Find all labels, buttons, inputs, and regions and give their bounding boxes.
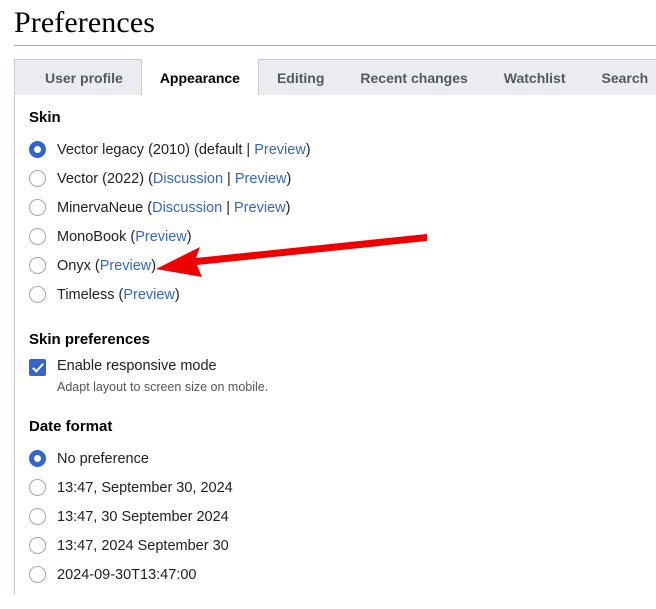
radio-icon[interactable] [29, 479, 46, 496]
skin-option-text: Timeless ( [57, 286, 124, 303]
skin-option-monobook[interactable]: MonoBook (Preview) [29, 222, 656, 251]
tab-recent-changes[interactable]: Recent changes [342, 60, 485, 95]
radio-icon[interactable] [29, 566, 46, 583]
radio-icon[interactable] [29, 199, 46, 216]
skin-option-timeless[interactable]: Timeless (Preview) [29, 280, 656, 309]
date-format-option-label: 2024-09-30T13:47:00 [57, 566, 197, 583]
discussion-link[interactable]: Discussion [153, 171, 223, 187]
skin-heading: Skin [29, 109, 61, 126]
preview-link[interactable]: Preview [254, 142, 306, 158]
date-format-option-label: 13:47, September 30, 2024 [57, 479, 233, 496]
skin-option-text: Onyx ( [57, 257, 100, 274]
radio-icon[interactable] [29, 537, 46, 554]
tab-label: Search [601, 69, 649, 86]
preferences-tabs: User profile Appearance Editing Recent c… [14, 59, 656, 95]
skin-preferences-heading: Skin preferences [29, 331, 150, 348]
title-divider [14, 45, 656, 46]
tab-label: Recent changes [360, 69, 468, 86]
tab-user-profile[interactable]: User profile [27, 60, 141, 95]
date-format-option-label: 13:47, 30 September 2024 [57, 508, 229, 525]
skin-option-label: MinervaNeue (Discussion | Preview) [57, 200, 290, 216]
skin-option-text-end: ) [174, 286, 180, 303]
tab-label: Appearance [159, 70, 240, 86]
skin-option-onyx[interactable]: Onyx (Preview) [29, 251, 656, 280]
radio-icon[interactable] [29, 286, 46, 303]
skin-option-label: Vector legacy (2010) (default | Preview) [57, 142, 311, 158]
radio-icon[interactable] [29, 450, 46, 467]
preview-link[interactable]: Preview [135, 229, 187, 245]
skin-option-text-end: ) [151, 257, 157, 274]
date-format-option-label: 13:47, 2024 September 30 [57, 537, 229, 554]
responsive-mode-checkbox-row[interactable]: Enable responsive mode Adapt layout to s… [29, 357, 656, 396]
preview-link[interactable]: Preview [235, 171, 287, 187]
tab-label: Editing [276, 69, 325, 86]
radio-icon[interactable] [29, 257, 46, 274]
date-format-option-day-month-year[interactable]: 13:47, 30 September 2024 [29, 502, 656, 531]
skin-option-label: Vector (2022) (Discussion | Preview) [57, 171, 291, 187]
responsive-mode-help: Adapt layout to screen size on mobile. [57, 380, 269, 394]
radio-icon[interactable] [29, 228, 46, 245]
date-format-option-no-preference[interactable]: No preference [29, 444, 656, 473]
tab-label: User profile [45, 69, 123, 86]
skin-option-text-end: ) [286, 170, 292, 187]
discussion-link[interactable]: Discussion [152, 200, 222, 216]
date-format-option-month-day-year[interactable]: 13:47, September 30, 2024 [29, 473, 656, 502]
responsive-mode-text: Enable responsive mode Adapt layout to s… [57, 357, 268, 396]
date-format-option-year-month-day[interactable]: 13:47, 2024 September 30 [29, 531, 656, 560]
tab-editing[interactable]: Editing [259, 60, 342, 95]
date-format-option-label: No preference [57, 450, 149, 467]
tab-search[interactable]: Search [584, 60, 656, 95]
skin-option-text: MinervaNeue ( [57, 199, 153, 216]
page-title: Preferences [14, 6, 156, 39]
skin-option-text-end: ) [186, 228, 192, 245]
responsive-mode-label: Enable responsive mode [57, 358, 217, 374]
skin-option-text: Vector legacy (2010) (default | [57, 141, 255, 158]
skin-option-separator: | [223, 170, 235, 187]
radio-icon[interactable] [29, 508, 46, 525]
radio-icon[interactable] [29, 141, 46, 158]
radio-icon[interactable] [29, 170, 46, 187]
skin-option-text-end: ) [305, 141, 311, 158]
preview-link[interactable]: Preview [100, 258, 152, 274]
date-format-option-iso[interactable]: 2024-09-30T13:47:00 [29, 560, 656, 589]
skin-option-label: Onyx (Preview) [57, 258, 156, 274]
date-format-heading: Date format [29, 418, 113, 435]
skin-option-text: MonoBook ( [57, 228, 136, 245]
preferences-tabs-wrapper: User profile Appearance Editing Recent c… [14, 59, 656, 95]
skin-option-label: Timeless (Preview) [57, 287, 180, 303]
tab-label: Watchlist [503, 69, 566, 86]
preview-link[interactable]: Preview [123, 287, 175, 303]
skin-option-vector-legacy[interactable]: Vector legacy (2010) (default | Preview) [29, 135, 656, 164]
tab-appearance[interactable]: Appearance [140, 59, 259, 95]
skin-option-vector-2022[interactable]: Vector (2022) (Discussion | Preview) [29, 164, 656, 193]
skin-option-separator: | [222, 199, 235, 216]
checkbox-icon[interactable] [29, 359, 46, 376]
appearance-panel: Skin Vector legacy (2010) (default | Pre… [14, 95, 656, 595]
skin-option-text-end: ) [285, 199, 291, 216]
skin-option-label: MonoBook (Preview) [57, 229, 192, 245]
preview-link[interactable]: Preview [234, 200, 286, 216]
skin-option-text: Vector (2022) ( [57, 170, 153, 187]
skin-option-minervaneue[interactable]: MinervaNeue (Discussion | Preview) [29, 193, 656, 222]
tab-watchlist[interactable]: Watchlist [486, 60, 584, 95]
